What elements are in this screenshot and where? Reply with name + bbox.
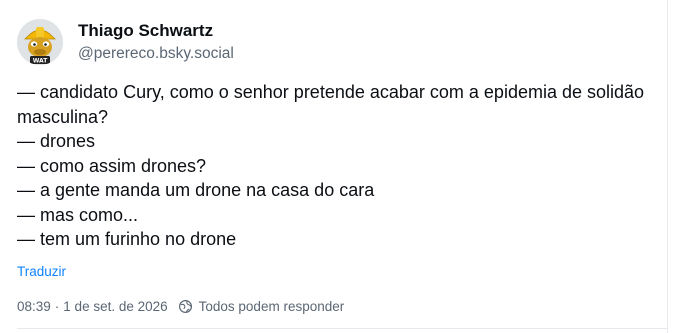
divider — [17, 328, 667, 329]
avatar-image: WAT — [17, 19, 63, 65]
author-names: Thiago Schwartz @perereco.bsky.social — [78, 20, 234, 65]
post-line: — candidato Cury, como o senhor pretende… — [17, 82, 650, 127]
reply-settings[interactable]: Todos podem responder — [199, 299, 345, 314]
post-line: — mas como... — [17, 204, 139, 225]
post-line: — a gente manda um drone na casa do cara — [17, 180, 375, 200]
meta-separator: · — [54, 298, 60, 314]
globe-icon — [178, 299, 193, 314]
post-meta: 08:39 · 1 de set. de 2026 Todos podem re… — [17, 296, 344, 316]
avatar[interactable]: WAT — [17, 19, 63, 65]
post-line: — drones — [17, 131, 96, 151]
post-line: — tem um furinho no drone — [17, 229, 237, 249]
author-display-name[interactable]: Thiago Schwartz — [78, 20, 234, 42]
post-line: — como assim drones? — [17, 155, 207, 176]
svg-text:WAT: WAT — [33, 57, 49, 64]
post-date[interactable]: 1 de set. de 2026 — [63, 299, 167, 314]
post-text: — candidato Cury, como o senhor pretende… — [17, 80, 657, 252]
post-card: WAT Thiago Schwartz @perereco.bsky.socia… — [0, 0, 668, 333]
author-handle[interactable]: @perereco.bsky.social — [78, 43, 234, 65]
post-header: WAT Thiago Schwartz @perereco.bsky.socia… — [17, 16, 234, 68]
post-time[interactable]: 08:39 — [17, 299, 51, 314]
translate-link[interactable]: Traduzir — [17, 264, 66, 279]
